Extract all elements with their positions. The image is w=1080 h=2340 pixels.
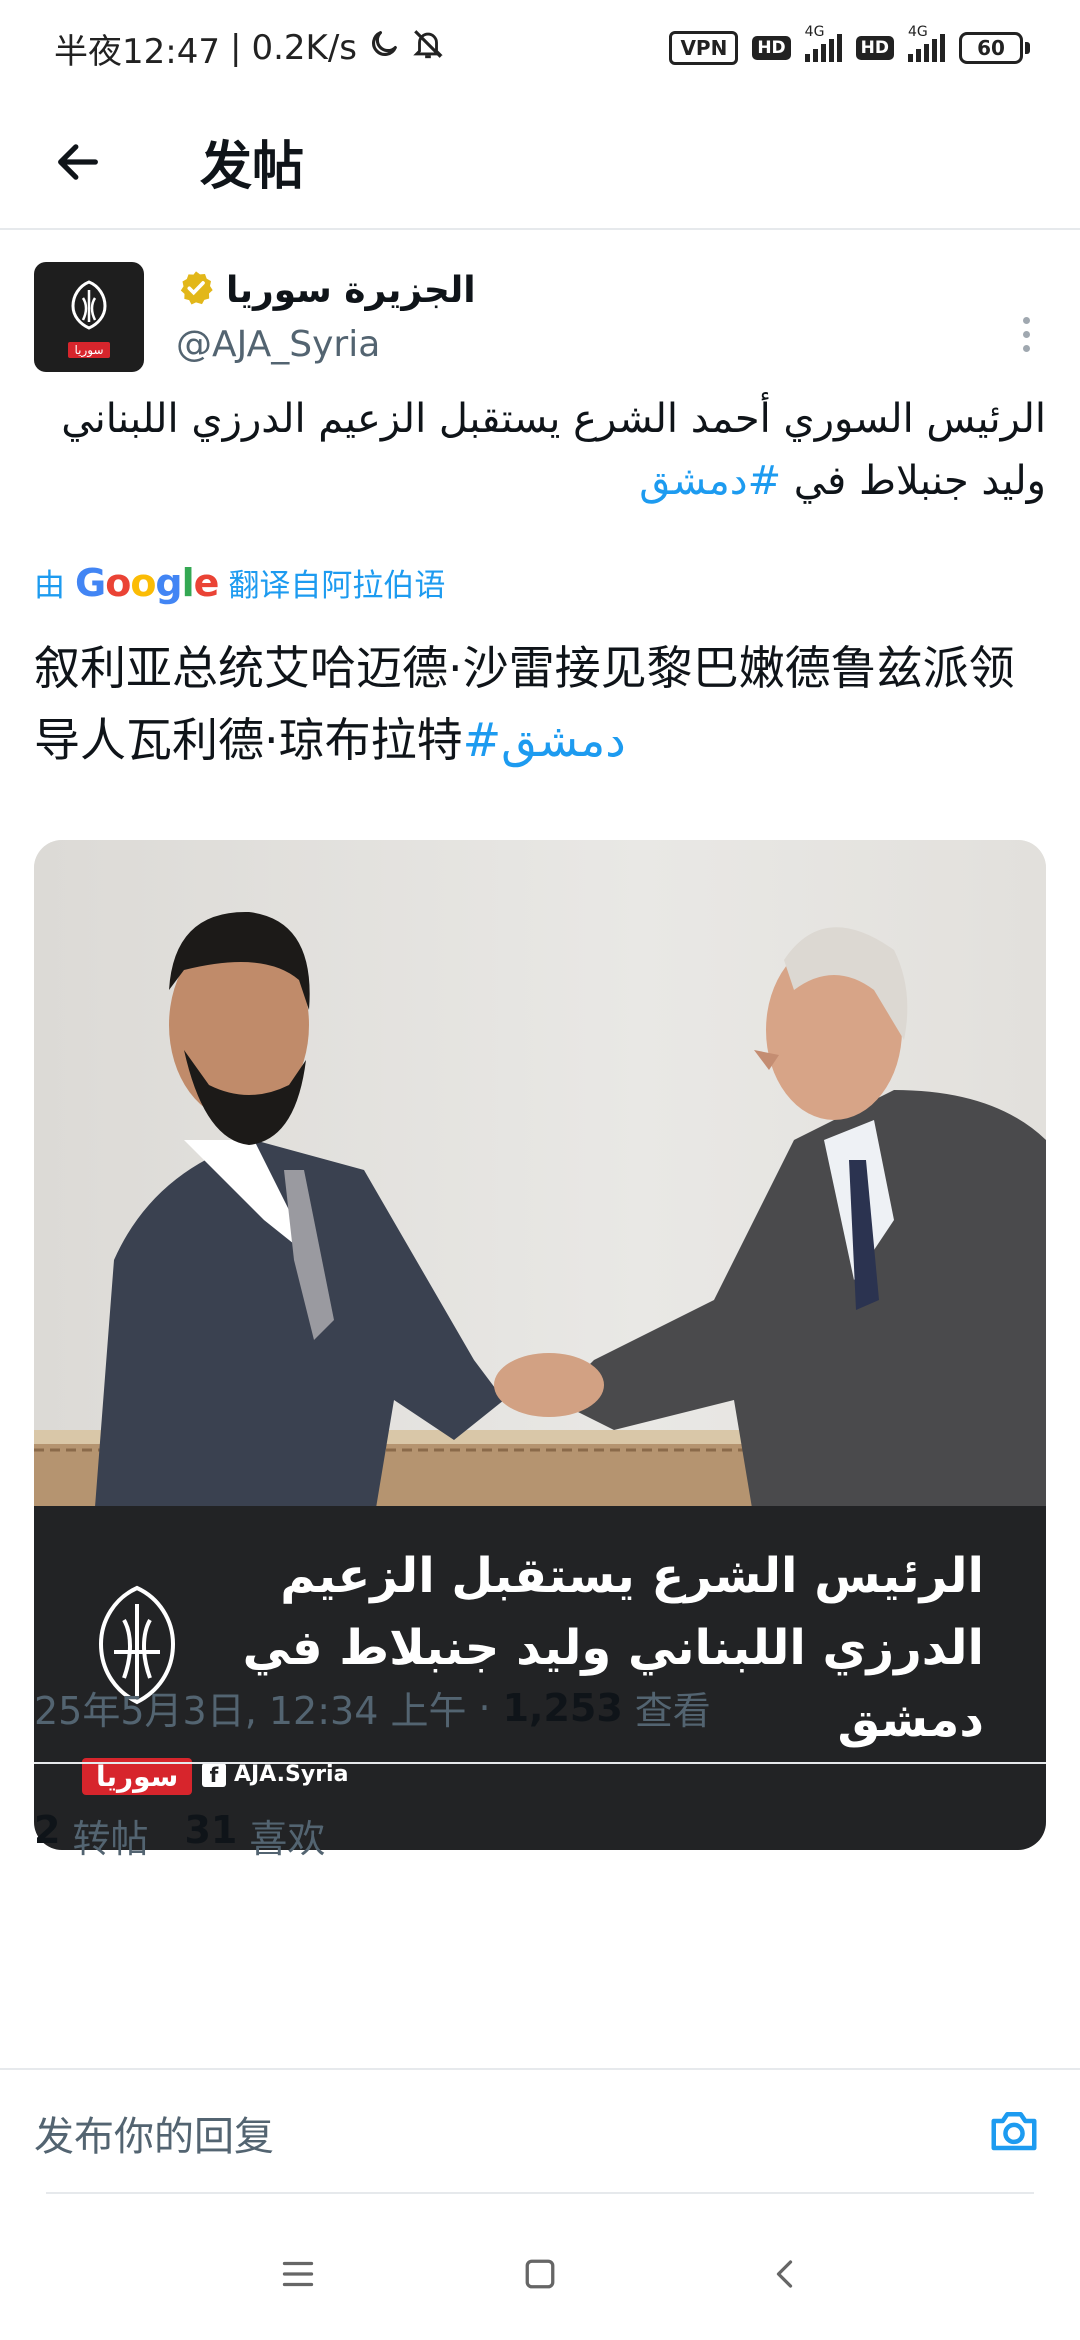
hd-badge-1: HD xyxy=(752,36,791,60)
translation-attribution[interactable]: 由 Google 翻译自阿拉伯语 xyxy=(34,560,445,605)
menu-icon xyxy=(282,2261,314,2287)
vpn-indicator: VPN xyxy=(669,31,739,65)
tweet-original-body: الرئيس السوري أحمد الشرع يستقبل الزعيم ا… xyxy=(61,396,1046,504)
status-left: 半夜12:47 | 0.2K/s xyxy=(54,24,445,73)
facebook-handle-text: AJA.Syria xyxy=(234,1762,349,1787)
engagement-stats: 2 转帖 31 喜欢 xyxy=(34,1800,349,1870)
views-count: 1,253 xyxy=(502,1685,623,1730)
bell-muted-icon xyxy=(411,27,445,70)
signal-strength-2-icon: 4G xyxy=(908,24,945,62)
likes-stat[interactable]: 31 喜欢 xyxy=(184,1808,325,1863)
system-nav-bar xyxy=(0,2200,1080,2340)
network-speed: 0.2K/s xyxy=(251,28,357,68)
camera-icon xyxy=(991,2112,1037,2151)
reposts-stat[interactable]: 2 转帖 xyxy=(34,1808,148,1863)
handshake-photo xyxy=(34,840,1046,1520)
reply-composer: 发布你的回复 xyxy=(0,2068,1080,2200)
more-options-button[interactable] xyxy=(1006,304,1046,364)
status-bar: 半夜12:47 | 0.2K/s VPN HD 4G HD 4G 60 xyxy=(0,0,1080,96)
author-row: سوريا الجزيرة سوريا @AJA_Syria xyxy=(34,262,1046,374)
author-name: الجزيرة سوريا xyxy=(226,269,476,311)
tweet-original-text: الرئيس السوري أحمد الشرع يستقبل الزعيم ا… xyxy=(34,388,1046,512)
tweet-translated-text: 叙利亚总统艾哈迈德·沙雷接见黎巴嫩德鲁兹派领导人瓦利德·琼布拉特#دمشق xyxy=(34,632,1054,776)
status-separator: | xyxy=(229,28,242,68)
likes-label: 喜欢 xyxy=(249,1816,326,1861)
nav-home-button[interactable] xyxy=(510,2246,570,2302)
reposts-label: 转帖 xyxy=(72,1816,149,1861)
nav-back-button[interactable] xyxy=(756,2246,816,2302)
views-label: 查看 xyxy=(634,1689,711,1733)
reply-input[interactable]: 发布你的回复 xyxy=(34,2100,934,2166)
google-logo: Google xyxy=(75,560,219,605)
facebook-icon: f xyxy=(202,1762,226,1787)
battery-level: 60 xyxy=(959,32,1023,64)
reposts-count: 2 xyxy=(34,1807,61,1852)
avatar[interactable]: سوريا xyxy=(34,262,144,372)
media-facebook-handle: f AJA.Syria xyxy=(202,1762,348,1787)
network-type-2: 4G xyxy=(908,24,928,40)
author-name-row[interactable]: الجزيرة سوريا xyxy=(176,268,476,312)
hashtag-link[interactable]: #دمشق xyxy=(639,458,781,504)
tweet-timestamp: 25年5月3日, 12:34 上午 xyxy=(34,1689,467,1733)
verified-badge-icon xyxy=(176,268,216,312)
app-header: 发帖 xyxy=(0,96,1080,230)
battery-icon: 60 xyxy=(959,32,1030,64)
avatar-brand-tag: سوريا xyxy=(68,342,110,358)
divider xyxy=(34,1762,1046,1764)
translated-by-prefix: 由 xyxy=(34,568,65,604)
signal-strength-1-icon: 4G xyxy=(804,24,842,62)
back-button[interactable] xyxy=(46,130,110,194)
moon-icon xyxy=(367,27,401,70)
chevron-left-icon xyxy=(776,2260,793,2288)
nav-menu-button[interactable] xyxy=(268,2246,328,2302)
translated-by-suffix: 翻译自阿拉伯语 xyxy=(228,568,446,604)
reply-divider xyxy=(46,2192,1034,2194)
camera-button[interactable] xyxy=(984,2100,1044,2160)
tweet-meta: 25年5月3日, 12:34 上午 · 1,253 查看 xyxy=(34,1680,711,1735)
status-right: VPN HD 4G HD 4G 60 xyxy=(669,24,1030,65)
home-square-icon xyxy=(525,2259,555,2289)
aljazeera-logo-icon xyxy=(71,280,107,330)
network-type-1: 4G xyxy=(804,24,825,40)
meta-separator: · xyxy=(478,1685,491,1730)
more-vertical-icon xyxy=(1022,316,1030,324)
page-title: 发帖 xyxy=(200,137,305,197)
likes-count: 31 xyxy=(184,1807,238,1852)
arrow-left-icon xyxy=(58,144,98,180)
status-time: 半夜12:47 xyxy=(54,31,220,72)
translated-hashtag-link[interactable]: #دمشق xyxy=(463,713,626,767)
hd-badge-2: HD xyxy=(855,36,894,60)
author-handle[interactable]: @AJA_Syria xyxy=(176,324,380,365)
